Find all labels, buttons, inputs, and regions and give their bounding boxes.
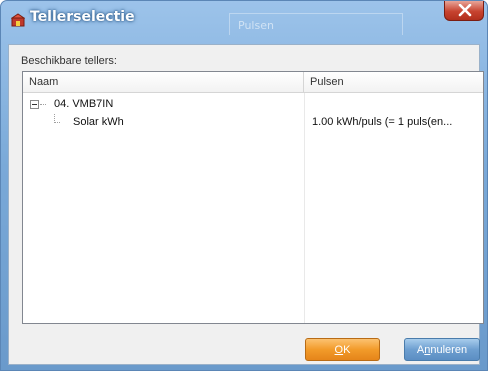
dialog-window: Tellerselectie Pulsen Beschikbare teller… xyxy=(0,0,488,371)
tree-row-counter[interactable]: Solar kWh 1.00 kWh/puls (= 1 puls(en... xyxy=(23,114,483,132)
tree-connector xyxy=(54,122,60,123)
column-header-naam[interactable]: Naam xyxy=(23,72,304,92)
tree-row-module[interactable]: 04. VMB7IN xyxy=(23,96,483,114)
title-bar[interactable]: Tellerselectie Pulsen xyxy=(1,1,487,37)
column-header-pulsen[interactable]: Pulsen xyxy=(304,72,483,92)
meter-icon xyxy=(10,12,26,27)
tree-connector xyxy=(40,104,46,105)
row-name: Solar kWh xyxy=(73,116,124,128)
counters-list[interactable]: Naam Pulsen 04. VMB7IN Solar kWh 1.00 kW… xyxy=(22,71,484,324)
cancel-button[interactable]: Annuleren xyxy=(404,338,480,361)
row-name: 04. VMB7IN xyxy=(54,98,114,110)
available-counters-label: Beschikbare tellers: xyxy=(21,55,117,67)
collapse-minus-icon[interactable] xyxy=(30,100,39,109)
cancel-label-rest: nuleren xyxy=(430,344,468,356)
window-title: Tellerselectie xyxy=(30,9,135,25)
list-header: Naam Pulsen xyxy=(23,72,483,93)
close-button[interactable] xyxy=(444,1,484,21)
ghost-column-header: Pulsen xyxy=(229,13,403,35)
dialog-body: Beschikbare tellers: Naam Pulsen 04. VMB… xyxy=(8,44,484,365)
ok-button[interactable]: OK xyxy=(305,338,380,361)
ok-mnemonic: O xyxy=(334,344,344,356)
row-pulses: 1.00 kWh/puls (= 1 puls(en... xyxy=(312,116,453,128)
close-icon xyxy=(458,4,472,17)
ok-label-rest: K xyxy=(343,344,351,356)
